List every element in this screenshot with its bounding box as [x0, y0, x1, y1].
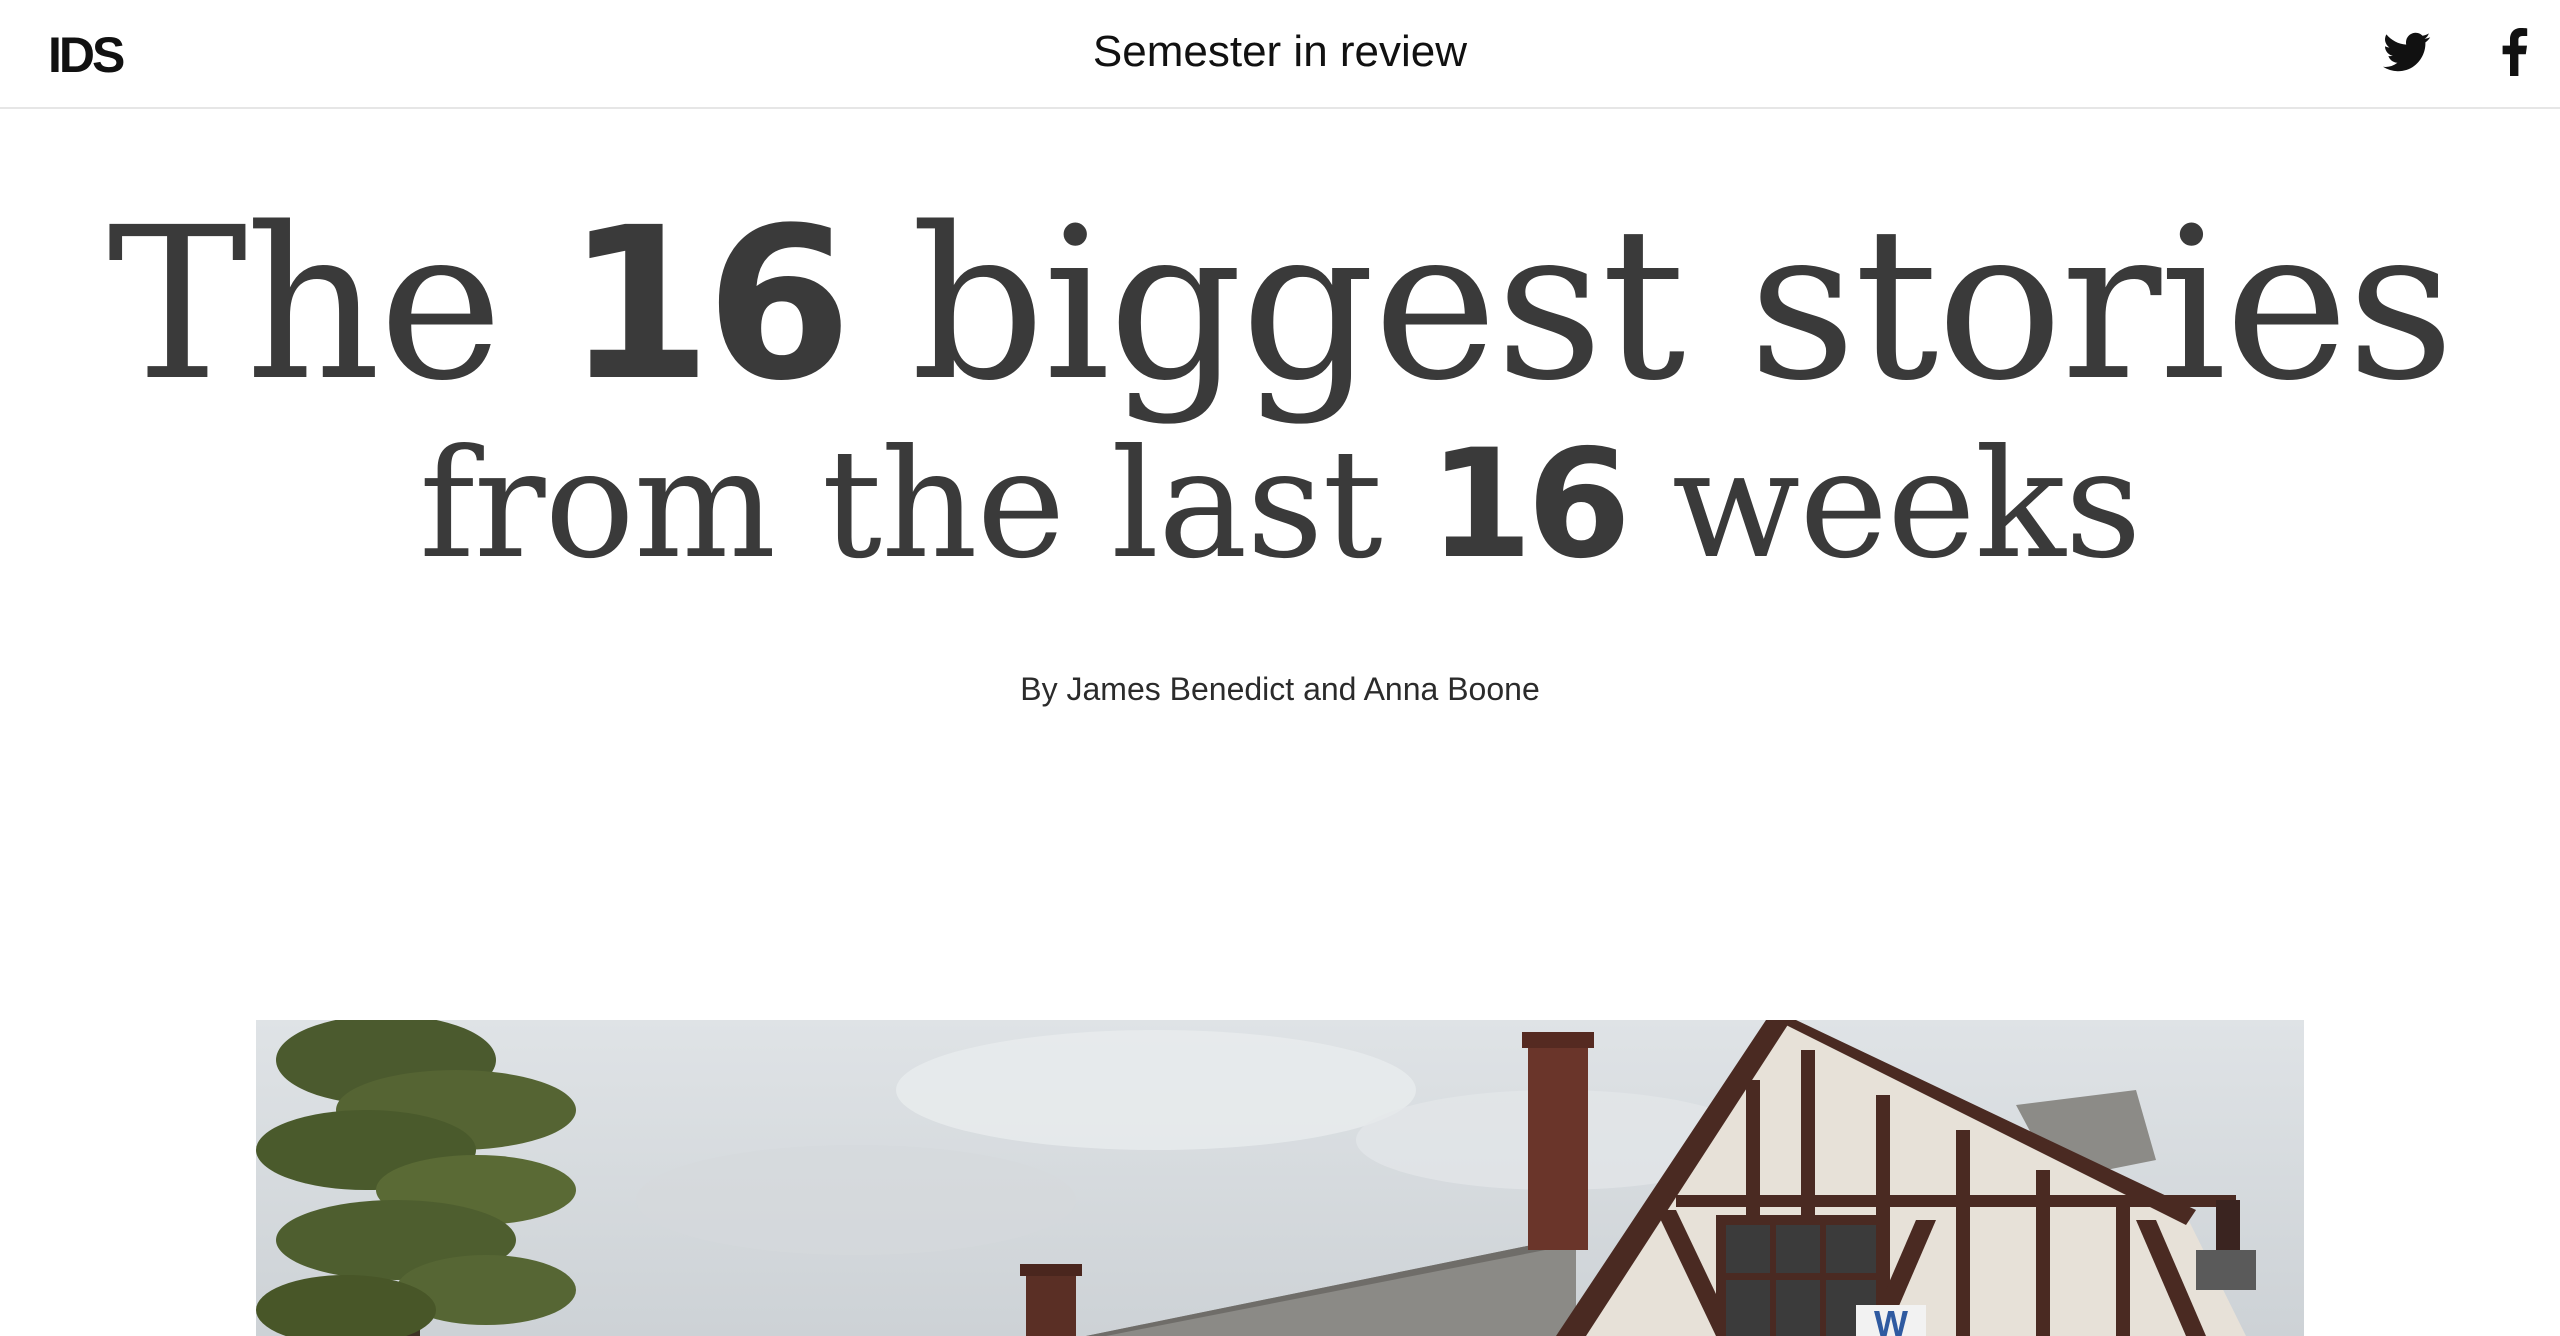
twitter-bird-icon: [2383, 28, 2431, 76]
top-bar: IDS Semester in review: [0, 0, 2560, 109]
twitter-share-button[interactable]: [2383, 28, 2431, 76]
headline-number: 16: [1428, 418, 1631, 592]
headline-text: biggest stories: [846, 182, 2455, 427]
facebook-f-icon: [2490, 28, 2538, 76]
headline-number: 16: [565, 182, 852, 427]
headline: The 16 biggest stories from the last 16 …: [0, 190, 2560, 591]
headline-text: The: [107, 182, 566, 427]
headline-line-2: from the last 16 weeks: [0, 420, 2560, 590]
headline-text: from the last: [419, 418, 1429, 592]
headline-text: weeks: [1625, 418, 2142, 592]
facebook-share-button[interactable]: [2490, 28, 2538, 76]
section-title: Semester in review: [1092, 27, 1468, 76]
headline-line-1: The 16 biggest stories: [0, 190, 2560, 420]
hero-photo: W: [256, 1020, 2304, 1336]
banner-letter: W: [1874, 1303, 1908, 1336]
byline: By James Benedict and Anna Boone: [1020, 671, 1540, 707]
